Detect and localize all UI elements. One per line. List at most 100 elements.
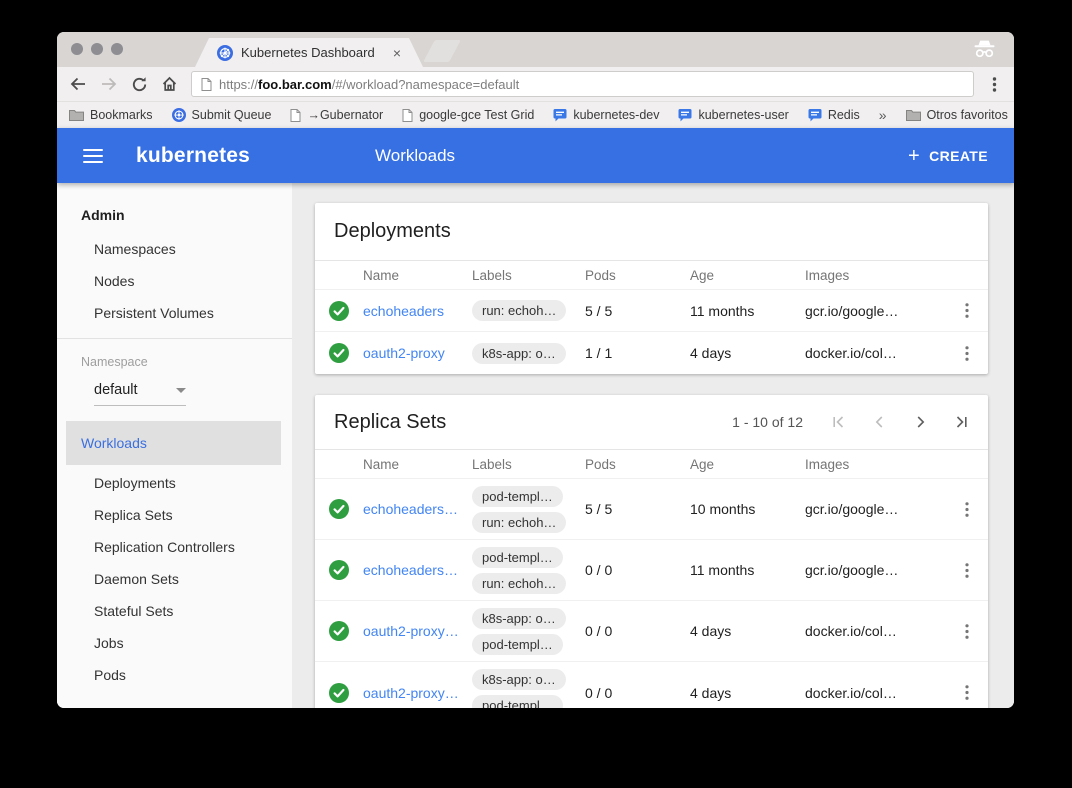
first-page-button[interactable] <box>831 415 846 429</box>
age-cell: 4 days <box>690 685 805 701</box>
bookmark-label: google-gce Test Grid <box>419 108 534 122</box>
pods-cell: 1 / 1 <box>585 345 690 361</box>
sidebar-item-deployments[interactable]: Deployments <box>57 467 292 499</box>
sidebar-item-namespaces[interactable]: Namespaces <box>57 233 292 265</box>
sidebar-item-admin[interactable]: Admin <box>57 203 292 227</box>
sidebar-item-stateful-sets[interactable]: Stateful Sets <box>57 595 292 627</box>
bookmark-redis[interactable]: Redis <box>808 108 860 122</box>
col-labels: Labels <box>472 457 585 472</box>
label-chip: run: echoh… <box>472 512 566 533</box>
label-chip: pod-templ… <box>472 695 563 708</box>
last-page-button[interactable] <box>954 415 969 429</box>
bookmark-google-gce-test-grid[interactable]: google-gce Test Grid <box>402 108 534 122</box>
namespace-select[interactable]: default <box>94 382 186 406</box>
bookmark-kubernetes-user[interactable]: kubernetes-user <box>678 108 788 122</box>
age-cell: 4 days <box>690 345 805 361</box>
images-cell: gcr.io/google… <box>805 562 946 578</box>
col-labels: Labels <box>472 268 585 283</box>
browser-tab[interactable]: Kubernetes Dashboard × <box>195 38 423 67</box>
resource-link[interactable]: oauth2-proxy… <box>363 623 472 639</box>
sidebar-item-replica-sets[interactable]: Replica Sets <box>57 499 292 531</box>
bookmark-folder-bookmarks[interactable]: Bookmarks <box>69 108 153 122</box>
row-menu-button[interactable] <box>946 684 988 701</box>
browser-menu-button[interactable] <box>987 76 1002 93</box>
bookmark-label: Bookmarks <box>90 108 153 122</box>
tab-close-icon[interactable]: × <box>393 46 401 60</box>
status-ok-icon <box>329 499 349 519</box>
folder-icon <box>906 109 921 121</box>
bookmark-submit-queue[interactable]: Submit Queue <box>172 108 272 122</box>
bookmark-label: Otros favoritos <box>927 108 1008 122</box>
zoom-window-button[interactable] <box>111 43 123 55</box>
kebab-menu-icon <box>960 562 974 579</box>
create-button-label: CREATE <box>929 148 988 164</box>
url-domain: foo.bar.com <box>258 77 332 92</box>
home-button[interactable] <box>161 76 178 92</box>
page-icon <box>402 109 413 122</box>
resource-link[interactable]: echoheaders <box>363 303 472 319</box>
table-row: echoheaders… pod-templ… run: echoh… 5 / … <box>315 479 988 540</box>
table-row: oauth2-proxy… k8s-app: o… pod-templ… 0 /… <box>315 662 988 708</box>
bookmark-gubernator[interactable]: →Gubernator <box>290 108 383 122</box>
col-age: Age <box>690 457 805 472</box>
pods-cell: 0 / 0 <box>585 623 690 639</box>
forward-arrow-icon <box>100 76 118 92</box>
folder-icon <box>69 109 84 121</box>
minimize-window-button[interactable] <box>91 43 103 55</box>
bookmarks-overflow-chevron[interactable]: » <box>879 107 887 123</box>
deployments-card: Deployments Name Labels Pods Age Images <box>315 203 988 374</box>
age-cell: 11 months <box>690 562 805 578</box>
deployments-table-header: Name Labels Pods Age Images <box>315 261 988 290</box>
row-menu-button[interactable] <box>946 501 988 518</box>
kebab-menu-icon <box>987 76 1002 93</box>
resource-link[interactable]: echoheaders… <box>363 501 472 517</box>
new-tab-button[interactable] <box>423 40 461 62</box>
resource-link[interactable]: oauth2-proxy <box>363 345 472 361</box>
chevron-down-icon <box>176 388 186 393</box>
reload-button[interactable] <box>131 76 148 93</box>
last-page-icon <box>954 415 969 429</box>
row-menu-button[interactable] <box>946 302 988 319</box>
forward-button[interactable] <box>100 76 118 92</box>
back-button[interactable] <box>69 76 87 92</box>
main-content: Deployments Name Labels Pods Age Images <box>292 183 1014 708</box>
row-menu-button[interactable] <box>946 345 988 362</box>
kebab-menu-icon <box>960 302 974 319</box>
app-header: kubernetes Workloads + CREATE <box>57 128 1014 183</box>
url-scheme: https:// <box>219 77 258 92</box>
previous-page-button[interactable] <box>872 415 887 429</box>
sidebar-item-nodes[interactable]: Nodes <box>57 265 292 297</box>
overflow-chevron-icon: » <box>879 107 887 123</box>
sidebar-item-workloads[interactable]: Workloads <box>66 421 281 465</box>
address-bar[interactable]: https://foo.bar.com/#/workload?namespace… <box>191 71 974 97</box>
resource-link[interactable]: oauth2-proxy… <box>363 685 472 701</box>
row-menu-button[interactable] <box>946 623 988 640</box>
browser-toolbar: https://foo.bar.com/#/workload?namespace… <box>57 67 1014 101</box>
label-chip: run: echoh… <box>472 573 566 594</box>
bookmark-kubernetes-dev[interactable]: kubernetes-dev <box>553 108 659 122</box>
pagination: 1 - 10 of 12 <box>732 414 969 430</box>
row-menu-button[interactable] <box>946 562 988 579</box>
sidebar-item-persistent-volumes[interactable]: Persistent Volumes <box>57 297 292 329</box>
window-controls[interactable] <box>71 43 123 55</box>
bookmark-label: Submit Queue <box>192 108 272 122</box>
label-chip: pod-templ… <box>472 547 563 568</box>
pods-cell: 0 / 0 <box>585 685 690 701</box>
images-cell: gcr.io/google… <box>805 501 946 517</box>
bookmark-folder-otros-favoritos[interactable]: Otros favoritos <box>906 108 1008 122</box>
status-ok-icon <box>329 343 349 363</box>
next-page-button[interactable] <box>913 415 928 429</box>
hamburger-menu-icon[interactable] <box>83 149 103 163</box>
sidebar-item-jobs[interactable]: Jobs <box>57 627 292 659</box>
tab-strip: Kubernetes Dashboard × <box>57 32 1014 67</box>
status-ok-icon <box>329 621 349 641</box>
sidebar-item-replication-controllers[interactable]: Replication Controllers <box>57 531 292 563</box>
sidebar-item-pods[interactable]: Pods <box>57 659 292 691</box>
table-row: echoheaders run: echoh… 5 / 5 11 months … <box>315 290 988 332</box>
resource-link[interactable]: echoheaders… <box>363 562 472 578</box>
pagination-range: 1 - 10 of 12 <box>732 414 803 430</box>
sidebar-item-daemon-sets[interactable]: Daemon Sets <box>57 563 292 595</box>
kubernetes-favicon-icon <box>217 45 233 61</box>
create-button[interactable]: + CREATE <box>908 146 988 166</box>
close-window-button[interactable] <box>71 43 83 55</box>
